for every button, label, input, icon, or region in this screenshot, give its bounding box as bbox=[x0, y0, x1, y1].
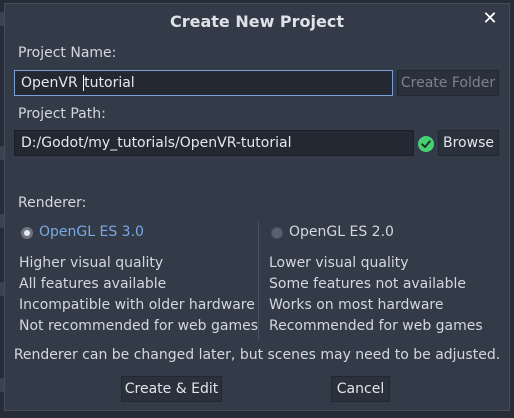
radio-gles3[interactable] bbox=[21, 227, 33, 239]
create-project-dialog: Create New Project ✕ Project Name: OpenV… bbox=[4, 3, 510, 411]
gles2-feature: Recommended for web games bbox=[269, 318, 483, 334]
radio-gles2[interactable] bbox=[271, 227, 283, 239]
option-gles3-label[interactable]: OpenGL ES 3.0 bbox=[39, 224, 144, 240]
gles3-feature: Not recommended for web games bbox=[19, 318, 259, 334]
dialog-titlebar: Create New Project ✕ bbox=[5, 4, 509, 37]
dialog-title: Create New Project bbox=[169, 12, 345, 31]
gles2-feature: Some features not available bbox=[269, 276, 467, 292]
gles3-feature: Incompatible with older hardware bbox=[19, 297, 255, 313]
renderer-label: Renderer: bbox=[18, 195, 87, 211]
renderer-divider bbox=[258, 222, 259, 340]
renderer-note: Renderer can be changed later, but scene… bbox=[13, 347, 501, 363]
project-name-value-start: OpenVR bbox=[21, 75, 83, 91]
project-path-label: Project Path: bbox=[18, 106, 106, 122]
cancel-button[interactable]: Cancel bbox=[331, 376, 390, 402]
create-folder-button[interactable]: Create Folder bbox=[397, 70, 499, 96]
project-path-input[interactable]: D:/Godot/my_tutorials/OpenVR-tutorial bbox=[14, 130, 414, 156]
close-icon[interactable]: ✕ bbox=[481, 10, 499, 28]
check-glyph bbox=[421, 140, 431, 148]
check-circle-icon bbox=[418, 136, 434, 152]
project-name-label: Project Name: bbox=[18, 45, 117, 61]
gles3-feature: All features available bbox=[19, 276, 167, 292]
gles2-feature: Lower visual quality bbox=[269, 255, 409, 271]
project-name-input[interactable]: OpenVR tutorial bbox=[14, 70, 393, 96]
project-name-value-end: tutorial bbox=[84, 75, 135, 91]
gles3-feature: Higher visual quality bbox=[19, 255, 164, 271]
gles2-feature: Works on most hardware bbox=[269, 297, 444, 313]
option-gles2-label[interactable]: OpenGL ES 2.0 bbox=[289, 224, 394, 240]
create-edit-button[interactable]: Create & Edit bbox=[121, 376, 222, 402]
browse-button[interactable]: Browse bbox=[438, 130, 499, 156]
